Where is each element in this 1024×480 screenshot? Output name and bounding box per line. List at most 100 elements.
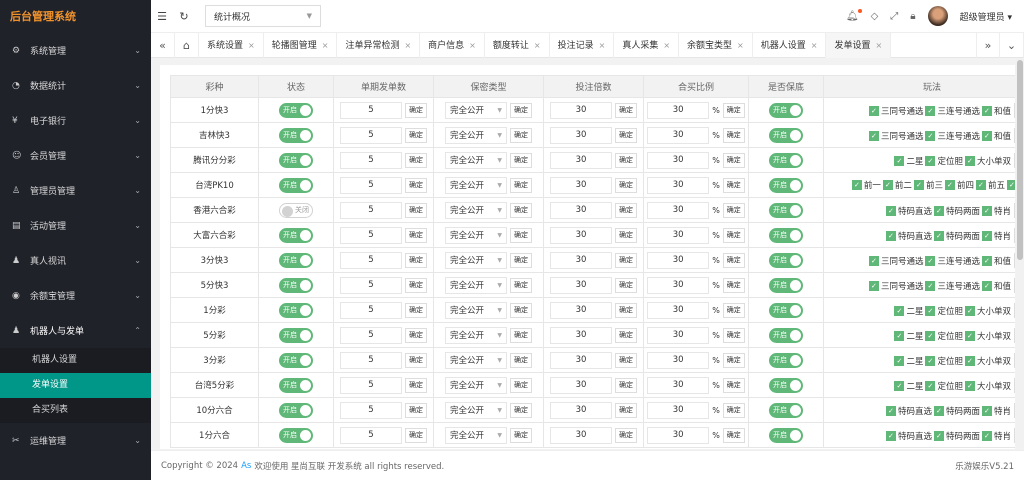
confirm-button[interactable]: 确定: [615, 327, 637, 343]
secret-type-select[interactable]: 完全公开 ▼: [445, 126, 507, 144]
play-checkbox[interactable]: ✓ 大小单双: [964, 155, 1011, 167]
confirm-button[interactable]: 确定: [510, 177, 532, 193]
multiple-input[interactable]: 30: [550, 376, 612, 394]
play-checkbox[interactable]: ✓ 特码两面: [933, 205, 980, 217]
confirm-button[interactable]: 确定: [510, 352, 532, 368]
play-checkbox[interactable]: ✓ 大小单双: [964, 380, 1011, 392]
play-checkbox[interactable]: ✓ 特码两面: [933, 430, 980, 442]
play-checkbox[interactable]: ✓ 和值: [981, 255, 1011, 267]
menu-toggle-icon[interactable]: ☰: [151, 10, 173, 23]
confirm-button[interactable]: 确定: [510, 152, 532, 168]
confirm-button[interactable]: 确定: [722, 177, 745, 193]
play-checkbox[interactable]: ✓ 前三: [913, 179, 943, 191]
secret-type-select[interactable]: 完全公开 ▼: [445, 426, 507, 444]
multiple-input[interactable]: 30: [550, 176, 612, 194]
confirm-button[interactable]: 确定: [1014, 427, 1015, 443]
tab[interactable]: 真人采集 ×: [614, 32, 680, 58]
scrollbar[interactable]: [1016, 58, 1024, 450]
status-toggle[interactable]: 开启: [279, 427, 313, 443]
confirm-button[interactable]: 确定: [1014, 402, 1015, 418]
confirm-button[interactable]: 确定: [510, 277, 532, 293]
ratio-input[interactable]: 30: [647, 151, 710, 169]
user-name[interactable]: 超级管理员 ▾: [960, 10, 1012, 23]
play-checkbox[interactable]: ✓定位: [1006, 179, 1015, 191]
ratio-input[interactable]: 30: [647, 401, 710, 419]
issue-count-input[interactable]: 5: [340, 176, 402, 194]
confirm-button[interactable]: 确定: [615, 202, 637, 218]
close-icon[interactable]: ×: [404, 41, 411, 50]
secret-type-select[interactable]: 完全公开 ▼: [445, 176, 507, 194]
sidebar-item[interactable]: ¥ 电子银行 ⌄: [0, 103, 151, 138]
multiple-input[interactable]: 30: [550, 326, 612, 344]
confirm-button[interactable]: 确定: [1014, 127, 1015, 143]
fullscreen-icon[interactable]: ⤢: [890, 11, 898, 22]
play-checkbox[interactable]: ✓ 定位胆: [925, 380, 963, 392]
status-toggle[interactable]: 开启: [279, 277, 313, 293]
confirm-button[interactable]: 确定: [510, 302, 532, 318]
tab[interactable]: 机器人设置 ×: [753, 32, 827, 58]
play-checkbox[interactable]: ✓ 定位胆: [925, 305, 963, 317]
confirm-button[interactable]: 确定: [405, 302, 427, 318]
guarantee-toggle[interactable]: 开启: [769, 352, 803, 368]
confirm-button[interactable]: 确定: [722, 402, 745, 418]
ratio-input[interactable]: 30: [647, 376, 710, 394]
close-icon[interactable]: ×: [469, 41, 476, 50]
status-toggle[interactable]: 开启: [279, 102, 313, 118]
play-checkbox[interactable]: ✓ 特肖: [981, 430, 1011, 442]
confirm-button[interactable]: 确定: [405, 427, 427, 443]
multiple-input[interactable]: 30: [550, 201, 612, 219]
secret-type-select[interactable]: 完全公开 ▼: [445, 201, 507, 219]
confirm-button[interactable]: 确定: [405, 277, 427, 293]
play-checkbox[interactable]: ✓ 前五: [975, 179, 1005, 191]
play-checkbox[interactable]: ✓ 三同号通选: [868, 280, 923, 292]
confirm-button[interactable]: 确定: [1014, 227, 1015, 243]
guarantee-toggle[interactable]: 开启: [769, 427, 803, 443]
sidebar-subitem[interactable]: 机器人设置: [0, 348, 151, 373]
guarantee-toggle[interactable]: 开启: [769, 377, 803, 393]
guarantee-toggle[interactable]: 开启: [769, 102, 803, 118]
confirm-button[interactable]: 确定: [615, 302, 637, 318]
confirm-button[interactable]: 确定: [615, 277, 637, 293]
status-toggle[interactable]: 开启: [279, 352, 313, 368]
multiple-input[interactable]: 30: [550, 151, 612, 169]
issue-count-input[interactable]: 5: [340, 151, 402, 169]
confirm-button[interactable]: 确定: [510, 427, 532, 443]
confirm-button[interactable]: 确定: [405, 402, 427, 418]
sidebar-item[interactable]: ✂ 运维管理 ⌄: [0, 423, 151, 458]
status-toggle[interactable]: 开启: [279, 377, 313, 393]
secret-type-select[interactable]: 完全公开 ▼: [445, 401, 507, 419]
confirm-button[interactable]: 确定: [615, 227, 637, 243]
status-toggle[interactable]: 开启: [279, 127, 313, 143]
confirm-button[interactable]: 确定: [722, 202, 745, 218]
tab[interactable]: 额度转让 ×: [485, 32, 550, 58]
issue-count-input[interactable]: 5: [340, 226, 402, 244]
tab[interactable]: 系统设置 ×: [199, 32, 264, 58]
issue-count-input[interactable]: 5: [340, 251, 402, 269]
tab[interactable]: 发单设置 ×: [826, 32, 892, 58]
confirm-button[interactable]: 确定: [722, 352, 745, 368]
multiple-input[interactable]: 30: [550, 226, 612, 244]
confirm-button[interactable]: 确定: [510, 252, 532, 268]
tab[interactable]: 投注记录 ×: [550, 32, 615, 58]
secret-type-select[interactable]: 完全公开 ▼: [445, 226, 507, 244]
tabs-prev-icon[interactable]: «: [151, 32, 175, 58]
tab[interactable]: 注单异常检测 ×: [337, 32, 421, 58]
guarantee-toggle[interactable]: 开启: [769, 152, 803, 168]
issue-count-input[interactable]: 5: [340, 301, 402, 319]
sidebar-item[interactable]: ▤ 活动管理 ⌄: [0, 208, 151, 243]
issue-count-input[interactable]: 5: [340, 201, 402, 219]
confirm-button[interactable]: 确定: [722, 427, 745, 443]
sidebar-item[interactable]: ♙ 管理员管理 ⌄: [0, 173, 151, 208]
close-icon[interactable]: ×: [322, 41, 329, 50]
sidebar-item[interactable]: ◔ 数据统计 ⌄: [0, 68, 151, 103]
sidebar-subitem[interactable]: 合买列表: [0, 398, 151, 423]
sidebar-item[interactable]: ♟ 真人视讯 ⌄: [0, 243, 151, 278]
sidebar-item[interactable]: ◉ 余额宝管理 ⌄: [0, 278, 151, 313]
status-toggle[interactable]: 开启: [279, 402, 313, 418]
secret-type-select[interactable]: 完全公开 ▼: [445, 276, 507, 294]
confirm-button[interactable]: 确定: [405, 102, 427, 118]
confirm-button[interactable]: 确定: [615, 427, 637, 443]
multiple-input[interactable]: 30: [550, 101, 612, 119]
play-checkbox[interactable]: ✓ 三同号通选: [868, 255, 923, 267]
tab[interactable]: 商户信息 ×: [420, 32, 485, 58]
